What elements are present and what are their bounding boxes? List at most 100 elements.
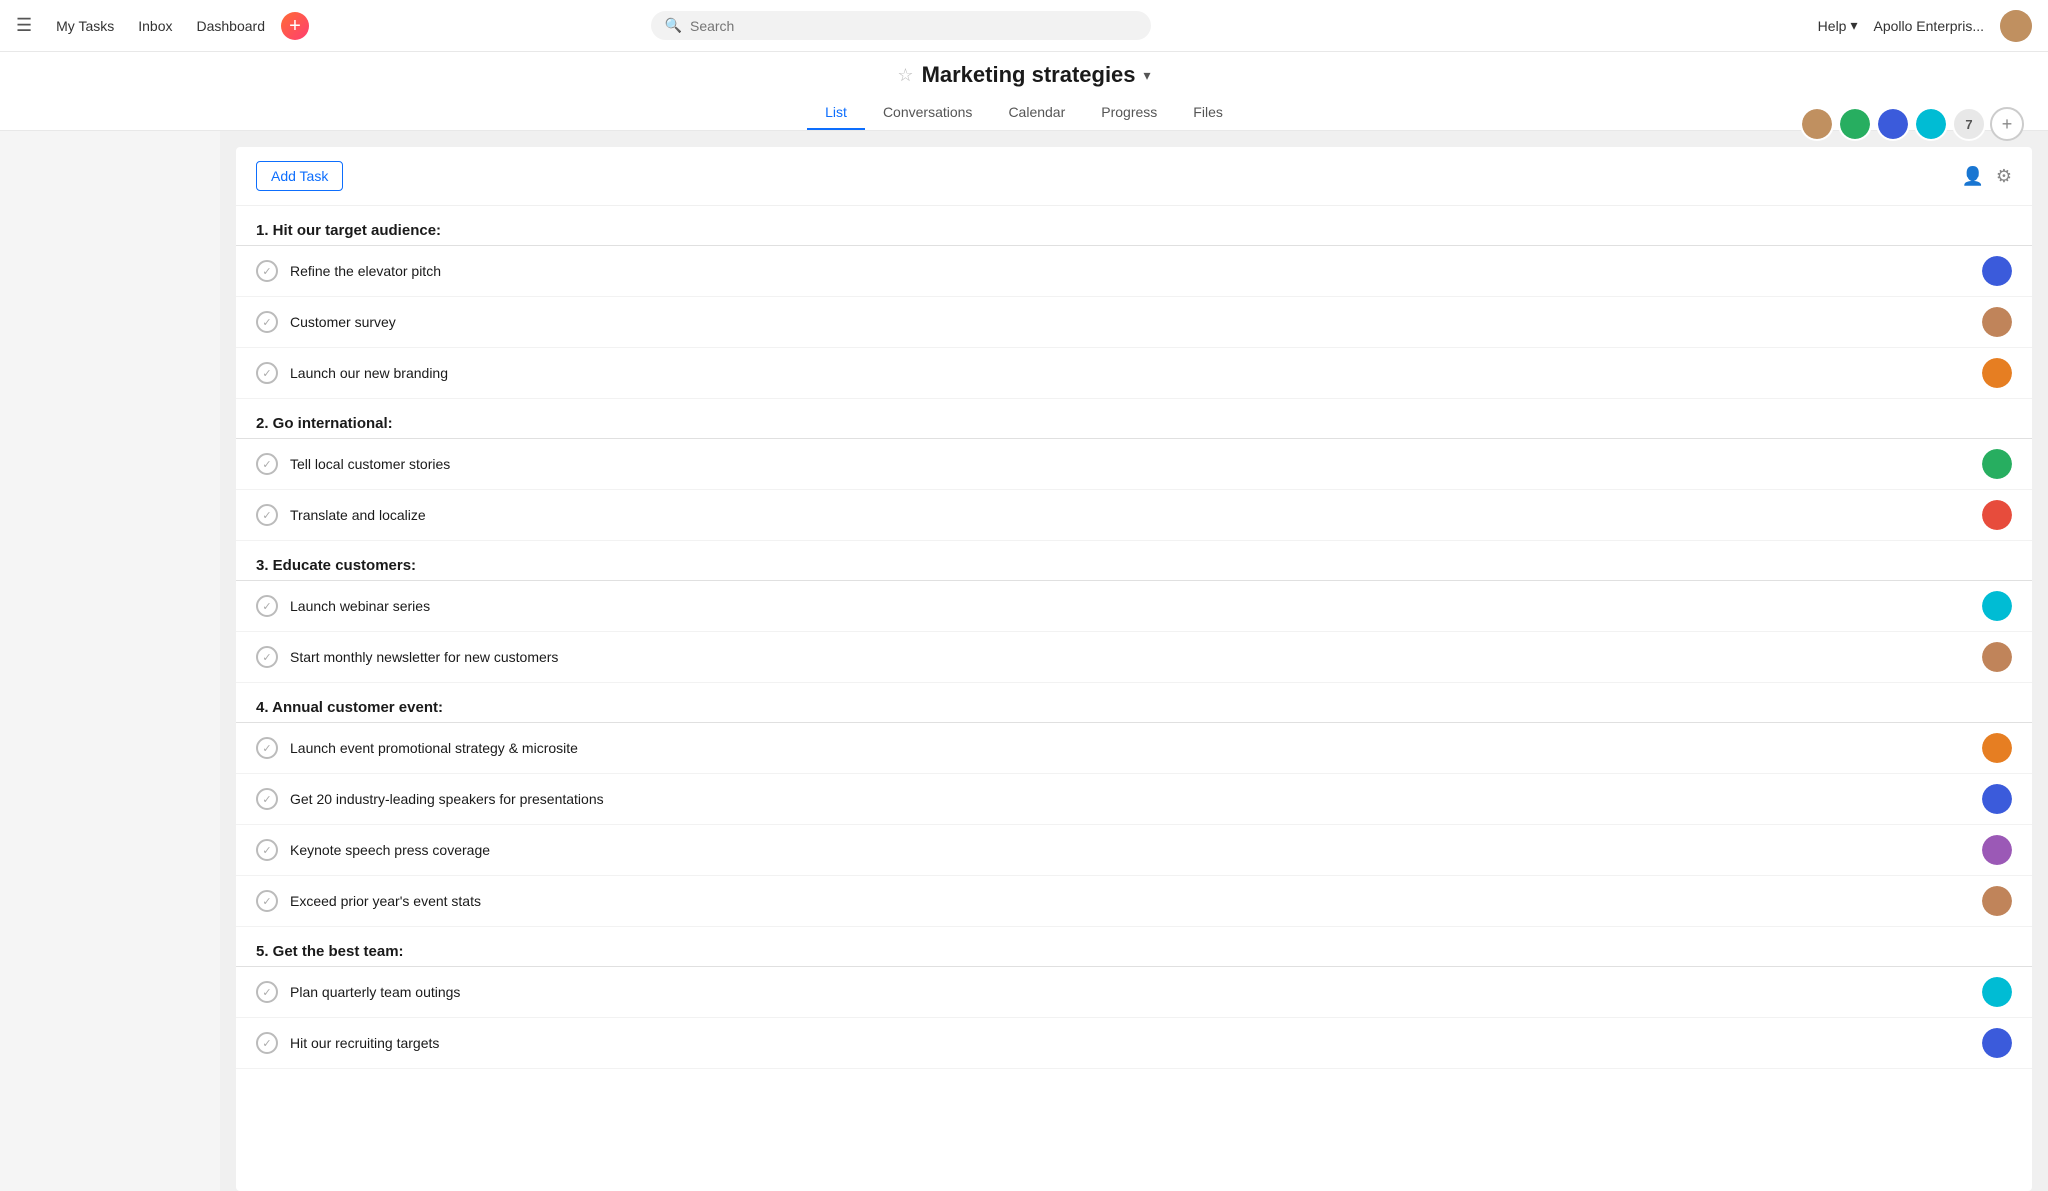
section-title-section-1: 1. Hit our target audience: <box>256 222 441 239</box>
task-checkbox[interactable]: ✓ <box>256 453 278 475</box>
help-link[interactable]: Help ▾ <box>1818 17 1858 34</box>
task-name: Launch event promotional strategy & micr… <box>290 740 578 756</box>
team-avatar-4[interactable] <box>1914 107 1948 141</box>
tab-progress[interactable]: Progress <box>1083 96 1175 130</box>
team-add-button[interactable]: + <box>1990 107 2024 141</box>
tab-calendar[interactable]: Calendar <box>990 96 1083 130</box>
task-left: ✓ Refine the elevator pitch <box>256 260 441 282</box>
task-assignee-avatar[interactable] <box>1982 449 2012 479</box>
project-dropdown-icon[interactable]: ▾ <box>1144 67 1151 84</box>
sections-container: 1. Hit our target audience: ✓ Refine the e… <box>236 206 2032 1069</box>
task-name: Exceed prior year's event stats <box>290 893 481 909</box>
task-checkbox[interactable]: ✓ <box>256 362 278 384</box>
task-checkbox[interactable]: ✓ <box>256 737 278 759</box>
task-row[interactable]: ✓ Tell local customer stories <box>236 439 2032 490</box>
task-checkbox[interactable]: ✓ <box>256 788 278 810</box>
task-left: ✓Translate and localize <box>256 504 426 526</box>
tab-bar: List Conversations Calendar Progress Fil… <box>807 96 1241 130</box>
task-checkbox[interactable]: ✓ <box>256 890 278 912</box>
section-header-section-3: 3. Educate customers: <box>236 541 2032 581</box>
team-avatar-1[interactable] <box>1800 107 1834 141</box>
task-checkbox[interactable]: ✓ <box>256 311 278 333</box>
task-name: Customer survey <box>290 314 396 330</box>
task-row[interactable]: ✓ Customer survey <box>236 297 2032 348</box>
add-new-button[interactable]: + <box>281 12 309 40</box>
sidebar <box>0 131 220 1191</box>
task-assignee-avatar[interactable] <box>1982 733 2012 763</box>
task-name: Plan quarterly team outings <box>290 984 460 1000</box>
task-row[interactable]: ✓Hit our recruiting targets <box>236 1018 2032 1069</box>
task-assignee-avatar[interactable] <box>1982 307 2012 337</box>
task-left: ✓ Tell local customer stories <box>256 453 450 475</box>
section-title-section-3: 3. Educate customers: <box>256 557 416 574</box>
search-bar[interactable]: 🔍 <box>651 11 1151 40</box>
task-left: ✓ Exceed prior year's event stats <box>256 890 481 912</box>
task-row[interactable]: ✓ Launch our new branding <box>236 348 2032 399</box>
task-name: Launch webinar series <box>290 598 430 614</box>
task-assignee-avatar[interactable] <box>1982 500 2012 530</box>
task-checkbox[interactable]: ✓ <box>256 260 278 282</box>
task-assignee-avatar[interactable] <box>1982 256 2012 286</box>
tab-conversations[interactable]: Conversations <box>865 96 991 130</box>
toolbar-icons: 👤 ⚙ <box>1961 166 2012 187</box>
task-row[interactable]: ✓ Launch webinar series <box>236 581 2032 632</box>
sub-header: ☆ Marketing strategies ▾ List Conversati… <box>0 52 2048 131</box>
task-name: Refine the elevator pitch <box>290 263 441 279</box>
task-assignee-avatar[interactable] <box>1982 886 2012 916</box>
task-name: Launch our new branding <box>290 365 448 381</box>
panel-toolbar: Add Task 👤 ⚙ <box>236 147 2032 206</box>
nav-links: My Tasks Inbox Dashboard + <box>48 12 309 40</box>
settings-icon[interactable]: ⚙ <box>1996 166 2012 187</box>
task-assignee-avatar[interactable] <box>1982 1028 2012 1058</box>
nav-my-tasks[interactable]: My Tasks <box>48 14 122 38</box>
task-name: Start monthly newsletter for new custome… <box>290 649 558 665</box>
task-assignee-avatar[interactable] <box>1982 591 2012 621</box>
section-header-section-4: 4. Annual customer event: <box>236 683 2032 723</box>
task-checkbox[interactable]: ✓ <box>256 595 278 617</box>
tab-list[interactable]: List <box>807 96 865 130</box>
task-assignee-avatar[interactable] <box>1982 358 2012 388</box>
task-row[interactable]: ✓ Plan quarterly team outings <box>236 967 2032 1018</box>
user-avatar[interactable] <box>2000 10 2032 42</box>
task-checkbox[interactable]: ✓ <box>256 504 278 526</box>
task-left: ✓ Launch webinar series <box>256 595 430 617</box>
nav-dashboard[interactable]: Dashboard <box>188 14 273 38</box>
task-left: ✓Hit our recruiting targets <box>256 1032 439 1054</box>
tab-files[interactable]: Files <box>1175 96 1241 130</box>
task-row[interactable]: ✓ Launch event promotional strategy & mic… <box>236 723 2032 774</box>
task-row[interactable]: ✓ Start monthly newsletter for new custom… <box>236 632 2032 683</box>
project-title: Marketing strategies <box>922 62 1136 88</box>
hamburger-menu-icon[interactable]: ☰ <box>16 15 32 36</box>
section-header-section-2: 2. Go international: <box>236 399 2032 439</box>
task-left: ✓Keynote speech press coverage <box>256 839 490 861</box>
task-row[interactable]: ✓ Exceed prior year's event stats <box>236 876 2032 927</box>
task-row[interactable]: ✓ Refine the elevator pitch <box>236 246 2032 297</box>
task-checkbox[interactable]: ✓ <box>256 646 278 668</box>
team-avatar-2[interactable] <box>1838 107 1872 141</box>
search-input[interactable] <box>690 18 1137 34</box>
task-row[interactable]: ✓Get 20 industry-leading speakers for pr… <box>236 774 2032 825</box>
task-left: ✓ Launch event promotional strategy & mic… <box>256 737 578 759</box>
main-content: Add Task 👤 ⚙ 1. Hit our target audience:… <box>0 131 2048 1191</box>
add-task-button[interactable]: Add Task <box>256 161 343 191</box>
project-title-row: ☆ Marketing strategies ▾ <box>897 62 1150 88</box>
task-assignee-avatar[interactable] <box>1982 977 2012 1007</box>
task-assignee-avatar[interactable] <box>1982 784 2012 814</box>
task-checkbox[interactable]: ✓ <box>256 839 278 861</box>
task-row[interactable]: ✓Keynote speech press coverage <box>236 825 2032 876</box>
team-avatar-3[interactable] <box>1876 107 1910 141</box>
task-checkbox[interactable]: ✓ <box>256 1032 278 1054</box>
task-assignee-avatar[interactable] <box>1982 835 2012 865</box>
assign-person-icon[interactable]: 👤 <box>1961 166 1983 187</box>
task-row[interactable]: ✓Translate and localize <box>236 490 2032 541</box>
task-name: Tell local customer stories <box>290 456 450 472</box>
star-icon[interactable]: ☆ <box>897 65 913 86</box>
task-assignee-avatar[interactable] <box>1982 642 2012 672</box>
task-checkbox[interactable]: ✓ <box>256 981 278 1003</box>
section-header-section-5: 5. Get the best team: <box>236 927 2032 967</box>
team-count-badge[interactable]: 7 <box>1952 107 1986 141</box>
nav-right: Help ▾ Apollo Enterpris... <box>1818 10 2032 42</box>
org-name[interactable]: Apollo Enterpris... <box>1874 18 1985 34</box>
task-left: ✓ Customer survey <box>256 311 396 333</box>
nav-inbox[interactable]: Inbox <box>130 14 180 38</box>
